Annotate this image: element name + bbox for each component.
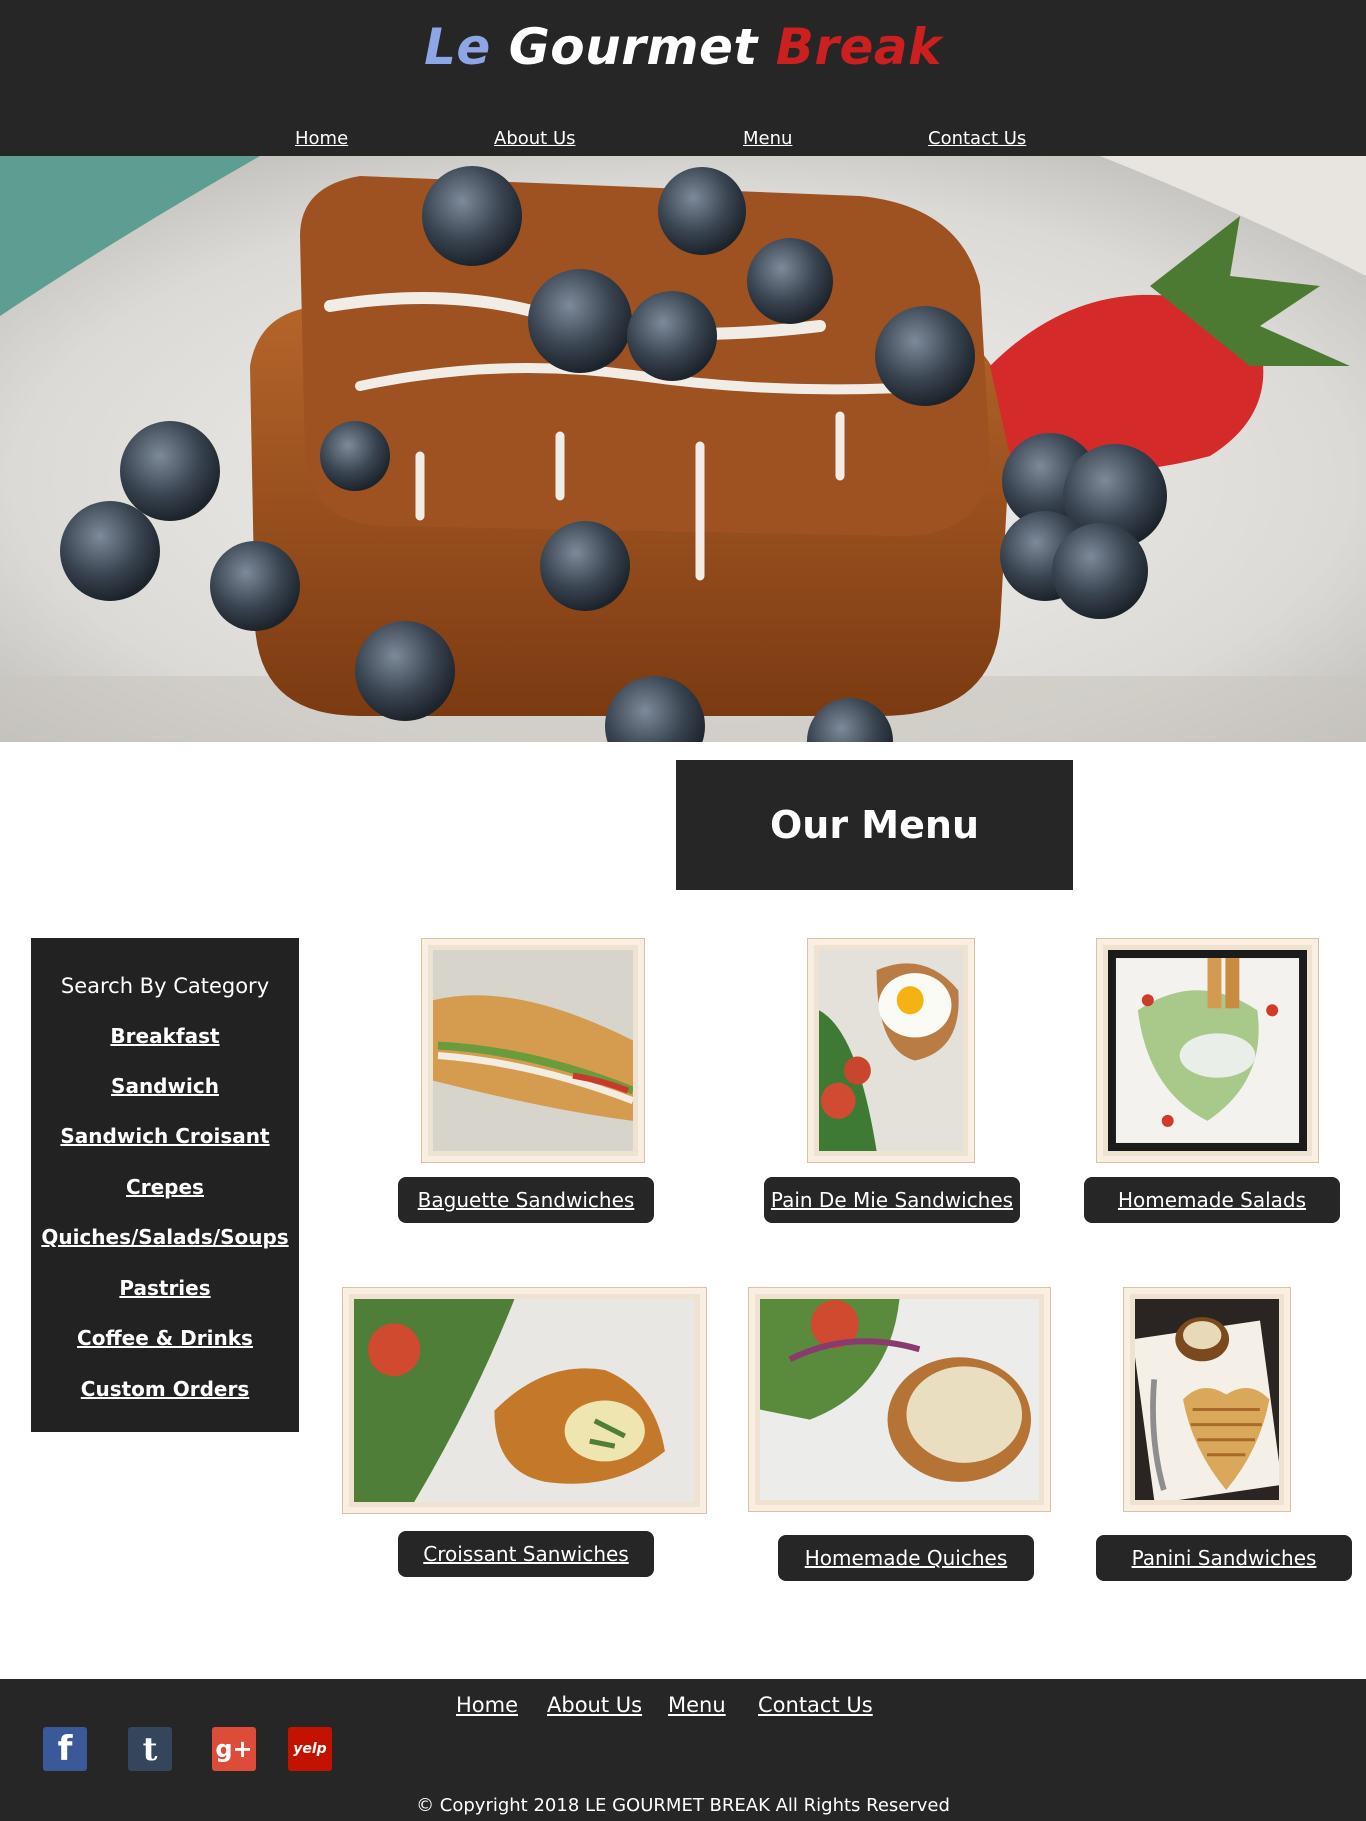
yelp-icon[interactable]: yelp — [288, 1727, 332, 1771]
category-quiches-salads-soups[interactable]: Quiches/Salads/Soups — [31, 1225, 299, 1249]
site-footer: Home About Us Menu Contact Us f t g+ yel… — [0, 1679, 1366, 1821]
homemade-quiches-photo[interactable] — [748, 1287, 1051, 1512]
sidebar-heading: Search By Category — [60, 974, 270, 998]
croissant-sandwiches-button[interactable]: Croissant Sanwiches — [398, 1531, 654, 1577]
tumblr-icon[interactable]: t — [128, 1727, 172, 1771]
category-sidebar: Search By Category Breakfast Sandwich Sa… — [31, 938, 299, 1432]
panini-sandwiches-button[interactable]: Panini Sandwiches — [1096, 1535, 1352, 1581]
category-sandwich[interactable]: Sandwich — [31, 1074, 299, 1098]
logo-word-gourmet: Gourmet — [508, 18, 758, 76]
nav-about-us[interactable]: About Us — [494, 128, 576, 149]
croissant-sandwich-photo[interactable] — [342, 1287, 707, 1514]
copyright-text: © Copyright 2018 LE GOURMET BREAK All Ri… — [416, 1795, 950, 1816]
panini-sandwich-photo[interactable] — [1123, 1287, 1291, 1512]
footer-link-menu[interactable]: Menu — [668, 1693, 726, 1717]
site-header: Le Gourmet Break Home About Us Menu Cont… — [0, 0, 1366, 156]
hero-image — [0, 156, 1366, 742]
category-breakfast[interactable]: Breakfast — [31, 1024, 299, 1048]
nav-home[interactable]: Home — [295, 128, 348, 149]
nav-menu[interactable]: Menu — [743, 128, 792, 149]
category-pastries[interactable]: Pastries — [31, 1276, 299, 1300]
pain-de-mie-sandwiches-button[interactable]: Pain De Mie Sandwiches — [764, 1177, 1020, 1223]
homemade-salads-photo[interactable] — [1096, 938, 1319, 1163]
nav-contact-us[interactable]: Contact Us — [928, 128, 1026, 149]
category-sandwich-croisant[interactable]: Sandwich Croisant — [31, 1124, 299, 1148]
homemade-salads-button[interactable]: Homemade Salads — [1084, 1177, 1340, 1223]
facebook-icon[interactable]: f — [43, 1727, 87, 1771]
baguette-sandwiches-button[interactable]: Baguette Sandwiches — [398, 1177, 654, 1223]
pain-de-mie-photo[interactable] — [807, 938, 975, 1163]
logo-word-le: Le — [424, 18, 491, 76]
site-logo[interactable]: Le Gourmet Break — [0, 18, 1366, 76]
google-plus-icon[interactable]: g+ — [212, 1727, 256, 1771]
category-coffee-drinks[interactable]: Coffee & Drinks — [31, 1326, 299, 1350]
footer-link-home[interactable]: Home — [456, 1693, 518, 1717]
menu-section-title: Our Menu — [676, 760, 1073, 890]
category-custom-orders[interactable]: Custom Orders — [31, 1377, 299, 1401]
logo-word-break: Break — [775, 18, 942, 76]
homemade-quiches-button[interactable]: Homemade Quiches — [778, 1535, 1034, 1581]
category-crepes[interactable]: Crepes — [31, 1175, 299, 1199]
footer-link-contact-us[interactable]: Contact Us — [758, 1693, 873, 1717]
footer-link-about-us[interactable]: About Us — [547, 1693, 642, 1717]
baguette-sandwich-photo[interactable] — [421, 938, 645, 1163]
